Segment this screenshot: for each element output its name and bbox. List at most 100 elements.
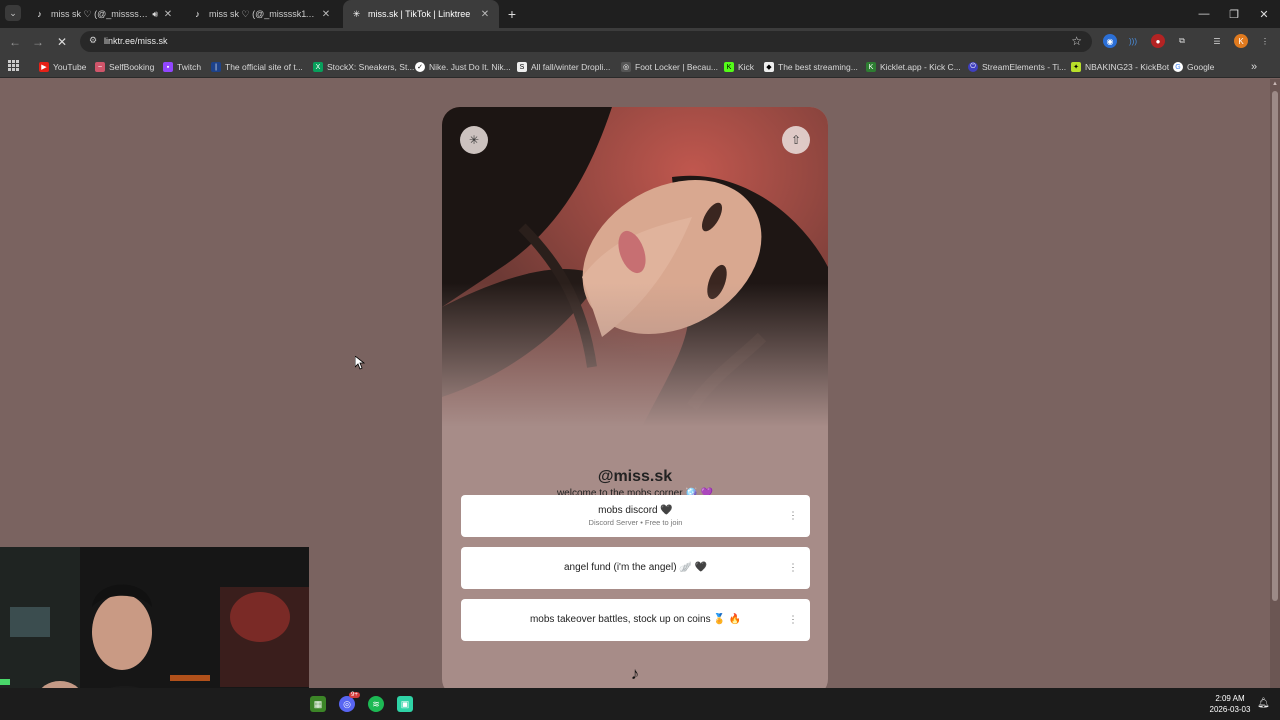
supreme-icon: S [517, 62, 527, 72]
bookmark-supreme[interactable]: S All fall/winter Dropli... [517, 60, 610, 74]
page-scrollbar[interactable]: ▲ [1270, 79, 1280, 688]
bookmarks-overflow-button[interactable]: » [1251, 60, 1257, 74]
address-bar[interactable]: ⚙ linktr.ee/miss.sk ☆ [80, 31, 1092, 52]
bookmark-stockx[interactable]: X StockX: Sneakers, St... [313, 60, 414, 74]
link-angel-fund[interactable]: angel fund (i'm the angel) 🪽 🖤 ⋮ [461, 547, 810, 589]
extensions-puzzle-icon[interactable]: ⧉ [1175, 34, 1189, 48]
share-button[interactable]: ⇧ [782, 126, 810, 154]
profile-avatar[interactable]: K [1234, 34, 1248, 48]
profile-hero-image [442, 107, 828, 427]
forward-button[interactable]: → [29, 33, 47, 51]
site-info-icon[interactable]: ⚙ [87, 35, 99, 47]
bookmark-label: All fall/winter Dropli... [531, 62, 611, 72]
tiktok-social-icon[interactable]: ♪ [626, 664, 644, 684]
twitch-icon: ▪ [163, 62, 173, 72]
tab-search-button[interactable]: ⌄ [5, 5, 21, 21]
google-icon: G [1173, 62, 1183, 72]
close-icon[interactable]: ✕ [479, 9, 491, 20]
toolbar: ← → ✕ ⚙ linktr.ee/miss.sk ☆ ◉ ))) ● ⧉ ☰ … [0, 28, 1280, 55]
kick-icon: K [724, 62, 734, 72]
link-title: mobs discord 🖤 [598, 505, 673, 516]
bookmark-label: The official site of t... [225, 62, 303, 72]
more-options-icon[interactable]: ⋮ [788, 511, 798, 522]
speaker-icon[interactable]: 🔊︎ [152, 9, 158, 20]
bookmark-youtube[interactable]: ▶ YouTube [39, 60, 86, 74]
system-clock[interactable]: 2:09 AM 2026-03-03 [1206, 693, 1254, 715]
bookmark-label: Kicklet.app - Kick C... [880, 62, 961, 72]
linktree-logo-button[interactable]: ✳ [460, 126, 488, 154]
menu-icon[interactable]: ⋮ [1258, 34, 1272, 48]
bookmark-label: The best streaming... [778, 62, 858, 72]
close-window-button[interactable]: ✕ [1248, 0, 1280, 28]
linktree-card: ✳ ⇧ @miss.sk welcome to the mobs corner … [442, 107, 828, 697]
bookmark-streaming[interactable]: ◆ The best streaming... [764, 60, 858, 74]
youtube-icon: ▶ [39, 62, 49, 72]
bookmark-label: StockX: Sneakers, St... [327, 62, 415, 72]
bookmark-twitch[interactable]: ▪ Twitch [163, 60, 201, 74]
bookmark-streamelements[interactable]: ⏻ StreamElements - Ti... [968, 60, 1066, 74]
bookmark-star-icon[interactable]: ☆ [1071, 34, 1082, 48]
tab-tiktok-1[interactable]: ♪ miss sk ♡ (@_missssk11) i 🔊︎ ✕ [26, 0, 182, 28]
bookmark-kick[interactable]: K Kick [724, 60, 754, 74]
kicklet-icon: K [866, 62, 876, 72]
scroll-up-icon[interactable]: ▲ [1272, 81, 1278, 87]
new-tab-button[interactable]: + [503, 5, 521, 23]
stop-loading-button[interactable]: ✕ [53, 33, 71, 51]
bookmark-label: Google [1187, 62, 1215, 72]
tab-tiktok-2[interactable]: ♪ miss sk ♡ (@_missssk11) | Tik ✕ [184, 0, 340, 28]
close-icon[interactable]: ✕ [162, 9, 174, 20]
close-icon[interactable]: ✕ [320, 9, 332, 20]
extension-icon[interactable]: ◉ [1103, 34, 1117, 48]
streamelements-icon: ⏻ [968, 62, 978, 72]
bookmark-kickbot[interactable]: ✦ NBAKING23 - KickBot [1071, 60, 1169, 74]
bookmark-google[interactable]: G Google [1173, 60, 1214, 74]
tiktok-icon: ♪ [195, 9, 200, 19]
tab-linktree[interactable]: ✳ miss.sk | TikTok | Linktree ✕ [343, 0, 499, 28]
bookmark-label: Twitch [177, 62, 202, 72]
tab-title: miss sk ♡ (@_missssk11) | Tik [209, 8, 316, 19]
app-icon[interactable]: ▣ [397, 696, 413, 712]
url-text[interactable]: linktr.ee/miss.sk [104, 36, 168, 46]
reading-list-icon[interactable]: ☰ [1210, 34, 1224, 48]
link-takeover-battles[interactable]: mobs takeover battles, stock up on coins… [461, 599, 810, 641]
link-title: angel fund (i'm the angel) 🪽 🖤 [564, 562, 707, 573]
restore-button[interactable]: ❐ [1218, 0, 1250, 28]
nba-icon: | [211, 62, 221, 72]
scroll-thumb[interactable] [1272, 91, 1278, 601]
tiktok-icon: ♪ [37, 9, 42, 19]
link-subtitle: Discord Server • Free to join [588, 518, 683, 527]
bookmark-label: StreamElements - Ti... [982, 62, 1067, 72]
bookmark-selfbooking[interactable]: ~ SelfBooking [95, 60, 154, 74]
notification-icon[interactable]: 🔔︎ [1257, 698, 1270, 709]
link-title: mobs takeover battles, stock up on coins… [529, 614, 742, 625]
bookmark-nba[interactable]: | The official site of t... [211, 60, 303, 74]
nike-icon: ✓ [415, 62, 425, 72]
bookmark-label: YouTube [53, 62, 87, 72]
tab-title: miss sk ♡ (@_missssk11) i [51, 8, 148, 19]
audio-extension-icon[interactable]: ))) [1126, 34, 1140, 48]
taskbar: ▦ ◎ 9+ ≋ ▣ 2:09 AM 2026-03-03 🔔︎ [0, 688, 1280, 720]
share-icon: ⇧ [790, 133, 802, 147]
asterisk-icon: ✳ [468, 133, 480, 147]
minimize-button[interactable]: — [1188, 0, 1220, 28]
bookmark-nike[interactable]: ✓ Nike. Just Do It. Nik... [415, 60, 511, 74]
linktree-icon: ✳ [352, 8, 361, 19]
more-options-icon[interactable]: ⋮ [788, 615, 798, 626]
apps-grid-icon[interactable] [8, 60, 19, 71]
bookmark-footlocker[interactable]: ◎ Foot Locker | Becau... [621, 60, 718, 74]
link-mobs-discord[interactable]: mobs discord 🖤 Discord Server • Free to … [461, 495, 810, 537]
hero-photo [442, 107, 828, 427]
spotify-icon[interactable]: ≋ [368, 696, 384, 712]
profile-handle: @miss.sk [597, 468, 673, 485]
bookmark-kicklet[interactable]: K Kicklet.app - Kick C... [866, 60, 961, 74]
streaming-icon: ◆ [764, 62, 774, 72]
bookmark-label: Nike. Just Do It. Nik... [429, 62, 511, 72]
back-button[interactable]: ← [6, 33, 24, 51]
footlocker-icon: ◎ [621, 62, 631, 72]
selfbooking-icon: ~ [95, 62, 105, 72]
extension-red-icon[interactable]: ● [1151, 34, 1165, 48]
more-options-icon[interactable]: ⋮ [788, 563, 798, 574]
clock-date: 2026-03-03 [1209, 705, 1251, 714]
minecraft-icon[interactable]: ▦ [310, 696, 326, 712]
discord-icon[interactable]: ◎ 9+ [339, 692, 360, 712]
